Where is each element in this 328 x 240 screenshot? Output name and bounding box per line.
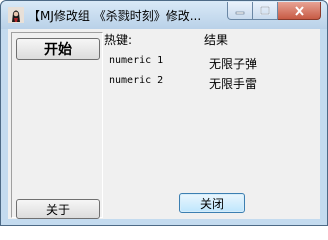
window-title: 【MJ修改组 《杀戮时刻》修改... — [28, 9, 202, 23]
app-icon — [8, 7, 24, 23]
close-window-button[interactable] — [278, 2, 321, 20]
close-icon — [294, 5, 304, 16]
start-button[interactable]: 开始 — [16, 38, 100, 60]
maximize-button[interactable] — [253, 2, 278, 20]
hotkey-1: numeric 1 — [109, 55, 164, 66]
window-controls — [227, 2, 321, 20]
client-area: 开始 关于 热键: 结果 numeric 1 无限子弹 numeric 2 无限… — [8, 29, 320, 219]
result-1: 无限子弹 — [209, 57, 258, 71]
hotkey-2: numeric 2 — [109, 75, 164, 86]
app-window: 【MJ修改组 《杀戮时刻》修改... 开始 关于 热键: 结果 numeric … — [0, 0, 328, 226]
minimize-icon — [235, 11, 245, 14]
hotkey-header: 热键: — [104, 33, 133, 47]
title-bar[interactable]: 【MJ修改组 《杀戮时刻》修改... — [1, 1, 327, 29]
result-2: 无限手雷 — [209, 77, 258, 91]
close-button[interactable]: 关闭 — [179, 193, 245, 213]
maximize-icon — [260, 6, 270, 15]
about-button[interactable]: 关于 — [16, 199, 100, 219]
minimize-button[interactable] — [227, 2, 253, 20]
result-header: 结果 — [204, 33, 229, 47]
left-panel: 开始 关于 — [11, 32, 103, 219]
